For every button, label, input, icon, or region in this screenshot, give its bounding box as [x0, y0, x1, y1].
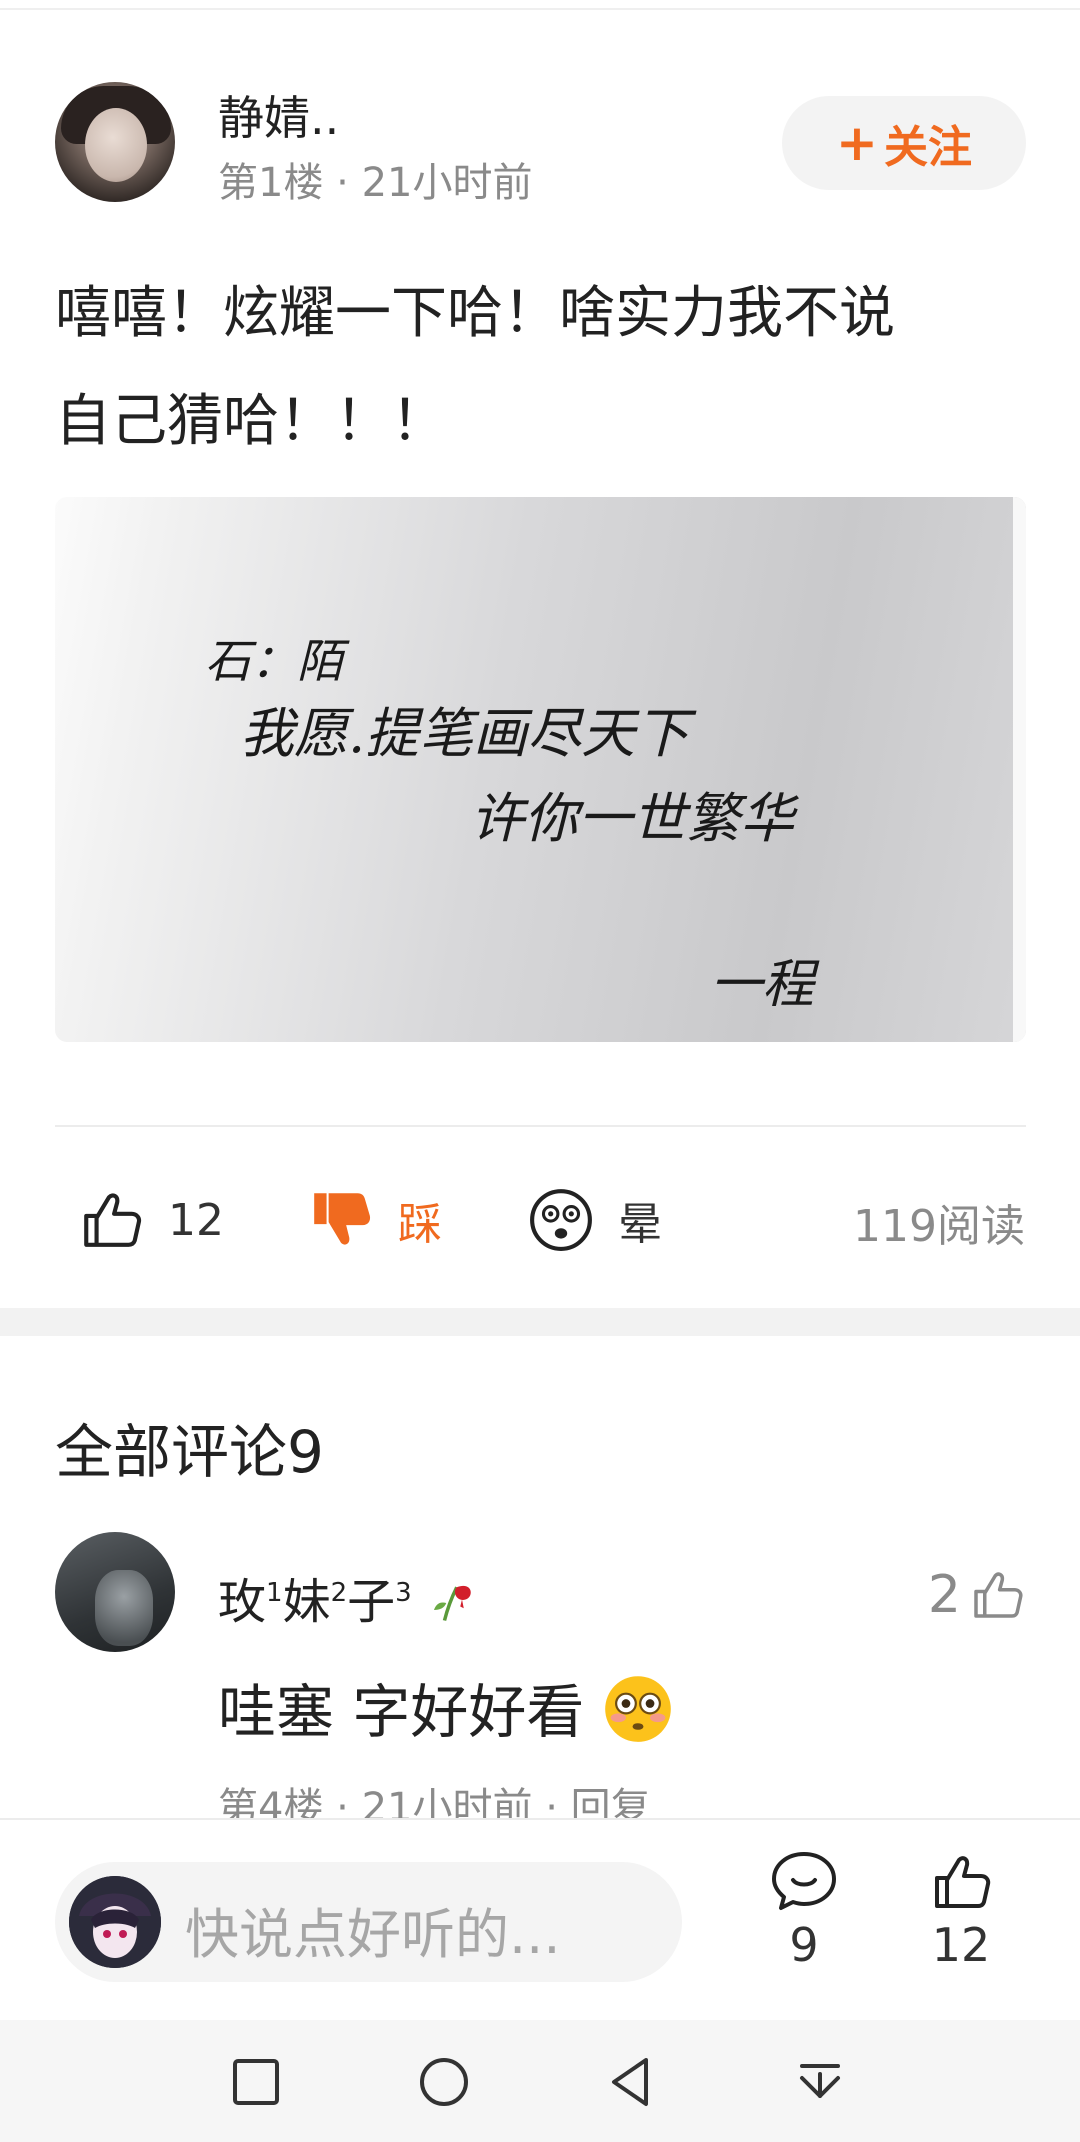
post-content: 嘻嘻！炫耀一下哈！啥实力我不说 自己猜哈！！！ — [55, 260, 1035, 476]
comment-bubble-icon — [772, 1852, 836, 1910]
thumbs-down-icon — [314, 1193, 371, 1245]
flushed-face-icon — [605, 1676, 671, 1742]
post-text-line: 自己猜哈！！！ — [55, 389, 447, 454]
recents-square-icon[interactable] — [226, 2052, 286, 2112]
comments-title: 全部评论9 — [55, 1418, 324, 1486]
handwriting-line: 许你一世繁华 — [470, 787, 799, 850]
dislike-action[interactable]: 踩 — [308, 1180, 442, 1260]
handwriting-line: 石：陌 — [205, 634, 350, 688]
comment-input[interactable]: 快说点好听的... — [55, 1862, 682, 1982]
system-nav-bar — [0, 2020, 1080, 2142]
thumbs-up-icon — [974, 1572, 1023, 1618]
dizzy-action[interactable]: 晕 — [528, 1180, 662, 1260]
comment-placeholder: 快说点好听的... — [185, 1903, 561, 1966]
my-avatar — [69, 1876, 161, 1968]
post-detail-page: 静婧.. 第1楼 · 21小时前 + 关注 嘻嘻！炫耀一下哈！啥实力我不说 自己… — [0, 0, 1080, 2142]
dizzy-face-icon — [530, 1189, 592, 1251]
comment-count-button[interactable]: 9 — [749, 1850, 859, 1972]
dislike-label: 踩 — [398, 1199, 442, 1250]
follow-button[interactable]: + 关注 — [782, 96, 1026, 190]
author-avatar[interactable] — [55, 82, 175, 202]
back-triangle-icon[interactable] — [602, 2052, 662, 2112]
top-divider — [0, 8, 1080, 10]
commenter-avatar[interactable] — [55, 1532, 175, 1652]
post-meta: 第1楼 · 21小时前 — [218, 160, 533, 206]
commenter-name[interactable]: 玫1妹2子3 — [218, 1562, 483, 1632]
notification-pulldown-icon[interactable] — [790, 2052, 850, 2112]
comment-text: 哇塞 字好好看 — [218, 1665, 673, 1749]
comment-like-button[interactable]: 2 — [928, 1565, 1025, 1625]
dizzy-label: 晕 — [618, 1199, 662, 1250]
like-count: 12 — [168, 1194, 224, 1246]
read-count: 119阅读 — [853, 1201, 1025, 1252]
section-separator — [0, 1308, 1080, 1336]
author-name[interactable]: 静婧.. — [218, 82, 339, 148]
post-text-line: 嘻嘻！炫耀一下哈！啥实力我不说 — [55, 281, 895, 346]
handwriting-line: 一程 — [710, 955, 820, 1015]
home-circle-icon[interactable] — [414, 2052, 474, 2112]
plus-icon: + — [836, 114, 878, 172]
like-action[interactable]: 12 — [78, 1180, 224, 1260]
bottom-comment-bar: 快说点好听的... 9 12 — [0, 1818, 1080, 2020]
follow-label: 关注 — [883, 122, 972, 173]
comment-count: 9 — [789, 1918, 819, 1972]
comment-like-count: 2 — [927, 1565, 961, 1625]
thumbs-up-icon — [84, 1193, 142, 1247]
thumbs-up-icon — [935, 1856, 991, 1908]
content-divider — [55, 1125, 1026, 1127]
handwriting-line: 我愿.提笔画尽天下 — [240, 702, 697, 765]
like-count-button[interactable]: 12 — [906, 1850, 1016, 1972]
bottom-like-count: 12 — [931, 1918, 991, 1972]
post-image[interactable]: 石：陌 我愿.提笔画尽天下 许你一世繁华 一程 — [55, 497, 1026, 1042]
wilted-rose-icon — [433, 1585, 471, 1621]
